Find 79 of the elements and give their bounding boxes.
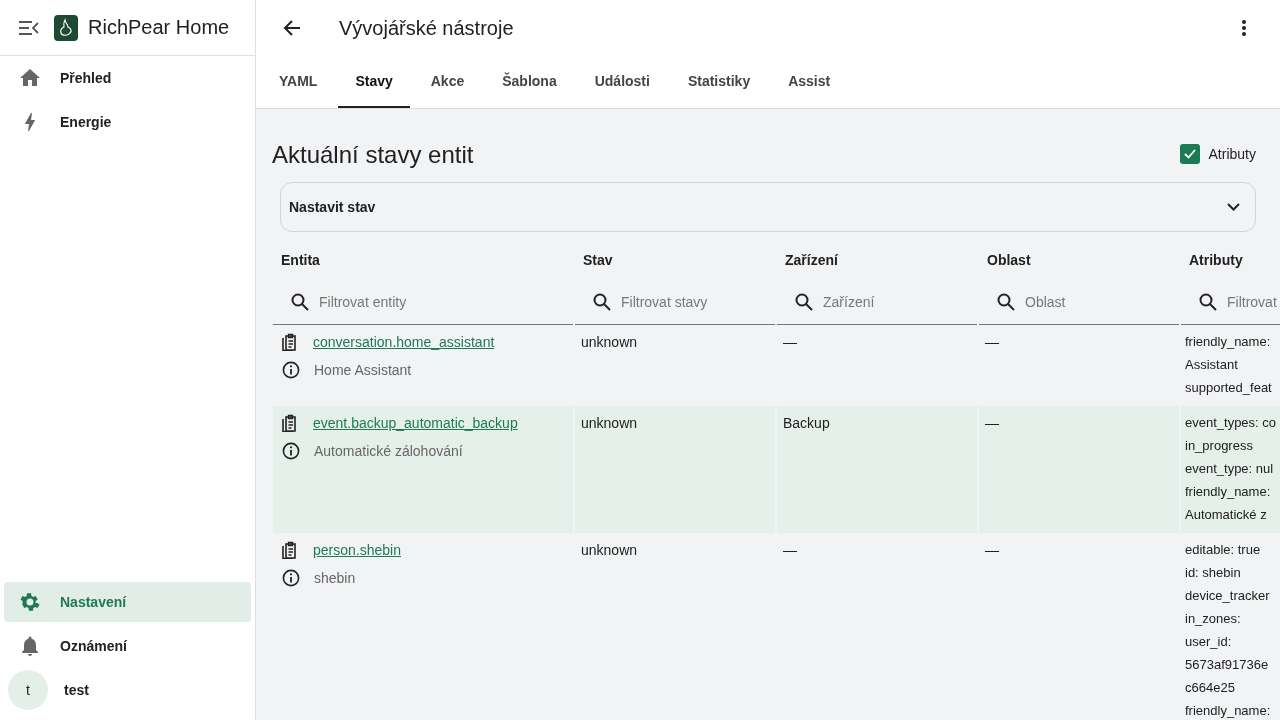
attribute-line: in_progress xyxy=(1185,437,1254,454)
sidebar-item[interactable]: Nastavení xyxy=(4,582,251,622)
column-header: Oblast xyxy=(987,252,1031,268)
back-arrow-icon[interactable] xyxy=(283,19,301,37)
user-item[interactable]: t test xyxy=(4,670,251,710)
search-icon xyxy=(291,293,309,311)
table-cell-text: — xyxy=(783,334,798,350)
entity-name: Home Assistant xyxy=(314,362,412,378)
attribute-line: id: shebin xyxy=(1185,564,1242,581)
gear-icon xyxy=(18,590,42,614)
table-cell-text: unknown xyxy=(581,542,639,558)
checkmark-icon xyxy=(1183,149,1196,159)
menu-icon[interactable] xyxy=(19,20,39,35)
info-icon[interactable] xyxy=(282,361,300,379)
table-cell-text: unknown xyxy=(581,415,639,431)
column-header: Stav xyxy=(583,252,613,268)
checkbox-label: Atributy xyxy=(1208,146,1256,162)
attribute-line: in_zones: xyxy=(1185,610,1242,627)
attribute-line: friendly_name: xyxy=(1185,702,1272,719)
entity-name: shebin xyxy=(314,570,356,586)
search-icon xyxy=(997,293,1015,311)
column-header: Entita xyxy=(281,252,320,268)
attribute-line: device_tracker xyxy=(1185,587,1271,604)
section-title: Aktuální stavy entit xyxy=(272,140,475,169)
entity-link[interactable]: event.backup_automatic_backup xyxy=(313,415,518,431)
app-title: RichPear Home xyxy=(88,16,230,39)
attribute-line: 5673af91736e xyxy=(1185,656,1270,673)
user-avatar: t xyxy=(8,670,48,710)
tab[interactable]: Assist xyxy=(771,56,848,108)
entity-name: Automatické zálohování xyxy=(314,443,463,459)
info-icon[interactable] xyxy=(282,442,300,460)
column-header: Atributy xyxy=(1189,252,1243,268)
tab[interactable]: Šablona xyxy=(485,56,574,108)
panel-title: Nastavit stav xyxy=(289,199,376,215)
column-header: Zařízení xyxy=(785,252,838,268)
attribute-line: c664e25 xyxy=(1185,679,1236,696)
filter-field[interactable]: Filtrovat stavy xyxy=(619,293,775,311)
more-options-icon[interactable] xyxy=(1242,20,1246,36)
filter-field[interactable]: Oblast xyxy=(1023,293,1179,311)
page-title: Vývojářské nástroje xyxy=(339,16,514,40)
attribute-line: editable: true xyxy=(1185,541,1262,558)
search-icon xyxy=(1199,293,1217,311)
table-cell-text: unknown xyxy=(581,334,639,350)
table-cell-text: — xyxy=(783,542,798,558)
user-name: test xyxy=(64,682,89,698)
filter-field[interactable]: Zařízení xyxy=(821,293,977,311)
tab[interactable]: Události xyxy=(577,56,667,108)
tab[interactable]: Akce xyxy=(413,56,482,108)
attribute-line: Automatické z xyxy=(1185,506,1268,523)
entity-link[interactable]: conversation.home_assistant xyxy=(313,334,495,350)
table-cell-text: — xyxy=(985,542,1000,558)
sidebar-item[interactable]: Oznámení xyxy=(4,626,251,666)
attribute-line: event_types: co xyxy=(1185,414,1278,431)
clipboard-icon[interactable] xyxy=(282,414,299,432)
table-cell-text: — xyxy=(985,415,1000,431)
search-icon xyxy=(593,293,611,311)
table-cell-text: — xyxy=(985,334,1000,350)
info-icon[interactable] xyxy=(282,569,300,587)
search-icon xyxy=(795,293,813,311)
set-state-panel[interactable]: Nastavit stav xyxy=(280,182,1256,232)
attribute-line: supported_feat xyxy=(1185,379,1273,396)
attribute-line: friendly_name: xyxy=(1185,483,1272,500)
attribute-line: friendly_name: xyxy=(1185,333,1272,350)
entity-link[interactable]: person.shebin xyxy=(313,542,401,558)
clipboard-icon[interactable] xyxy=(282,541,299,559)
attribute-line: user_id: xyxy=(1185,633,1233,650)
attributes-checkbox[interactable] xyxy=(1179,144,1200,164)
table-cell-text: Backup xyxy=(783,415,831,431)
filter-field[interactable]: Filtrovat xyxy=(1225,293,1280,311)
sidebar-item[interactable]: Energie xyxy=(4,102,251,142)
logo-icon xyxy=(54,14,78,41)
attribute-line: event_type: nul xyxy=(1185,460,1275,477)
attribute-line: Assistant xyxy=(1185,356,1239,373)
clipboard-icon[interactable] xyxy=(282,333,299,351)
tab[interactable]: YAML xyxy=(262,56,335,108)
sidebar-item[interactable]: Přehled xyxy=(4,58,251,98)
tab[interactable]: Statistiky xyxy=(670,56,768,108)
chevron-icon xyxy=(1227,203,1240,211)
filter-field[interactable]: Filtrovat entity xyxy=(317,293,573,311)
